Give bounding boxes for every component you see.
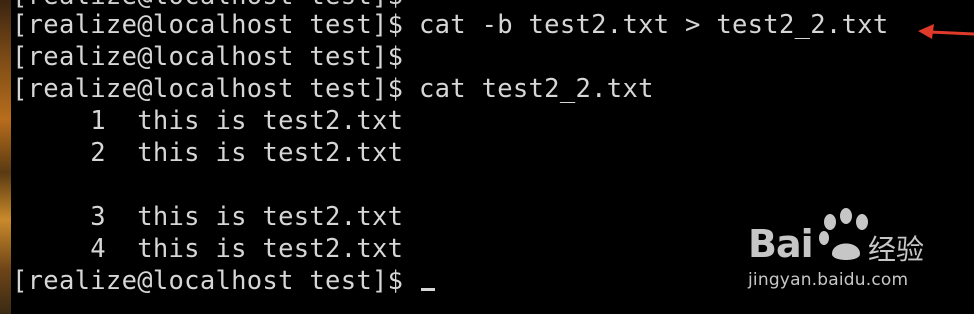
terminal-line-output: 2 this is test2.txt — [12, 138, 404, 168]
terminal-line-command-cat: [realize@localhost test]$ cat test2_2.tx… — [12, 74, 654, 104]
text-cursor — [420, 288, 435, 291]
desktop-background-strip — [0, 0, 11, 314]
watermark-url: jingyan.baidu.com — [748, 270, 909, 290]
current-prompt-text: [realize@localhost test]$ — [12, 266, 419, 296]
baidu-paw-logo-icon — [819, 208, 868, 260]
terminal-screenshot: [realize@localhost test]$ [realize@local… — [0, 0, 974, 314]
red-arrow-annotation-icon — [918, 24, 974, 39]
terminal-line-command-cat-b: [realize@localhost test]$ cat -b test2.t… — [12, 10, 889, 40]
watermark-brand: Bai — [748, 222, 814, 266]
terminal-line-current-prompt[interactable]: [realize@localhost test]$ — [12, 265, 435, 297]
watermark-chinese-text: 经验 — [868, 233, 925, 266]
terminal-line-output: 4 this is test2.txt — [12, 234, 404, 264]
terminal-line-output: 3 this is test2.txt — [12, 202, 404, 232]
terminal-line-prompt: [realize@localhost test]$ — [12, 42, 404, 72]
baidu-jingyan-watermark: Bai 经验 jingyan.baidu.com — [744, 206, 944, 298]
terminal-line-output: 1 this is test2.txt — [12, 106, 404, 136]
